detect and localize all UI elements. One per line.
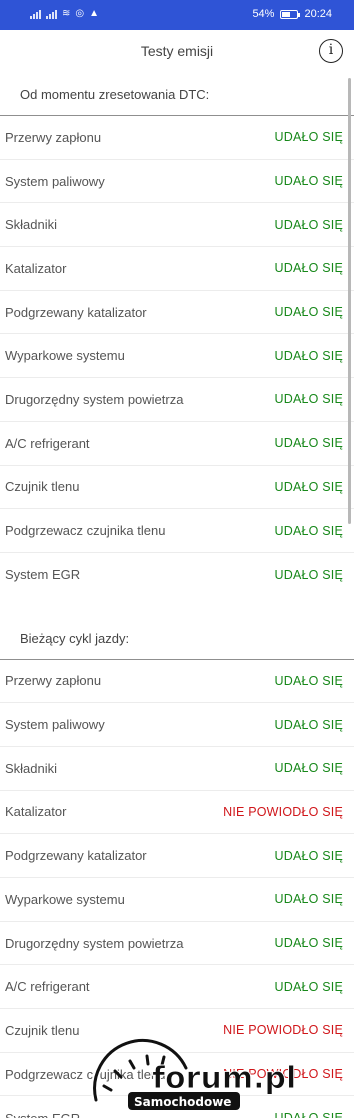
test-name: Drugorzędny system powietrza [5, 391, 184, 407]
status-icons-right: 54% 20:24 [252, 8, 332, 20]
section-header: Od momentu zresetowania DTC: [0, 74, 354, 116]
test-row: Katalizator NIE POWIODŁO SIĘ [0, 791, 354, 835]
nav-icon: ▲ [89, 8, 100, 19]
test-row: A/C refrigerant UDAŁO SIĘ [0, 422, 354, 466]
test-row: Wyparkowe systemu UDAŁO SIĘ [0, 878, 354, 922]
test-status: UDAŁO SIĘ [274, 979, 343, 994]
test-row: Czujnik tlenu UDAŁO SIĘ [0, 466, 354, 510]
test-status: UDAŁO SIĘ [274, 717, 343, 732]
test-name: A/C refrigerant [5, 979, 90, 995]
test-row: System paliwowy UDAŁO SIĘ [0, 703, 354, 747]
watermark-brand: forum.pl [152, 1061, 296, 1096]
test-status: UDAŁO SIĘ [274, 523, 343, 538]
test-status: UDAŁO SIĘ [274, 261, 343, 276]
test-row: Podgrzewany katalizator UDAŁO SIĘ [0, 291, 354, 335]
test-name: Podgrzewany katalizator [5, 848, 147, 864]
test-status: UDAŁO SIĘ [274, 848, 343, 863]
test-name: Katalizator [5, 804, 67, 820]
test-name: Drugorzędny system powietrza [5, 935, 184, 951]
test-row: Przerwy zapłonu UDAŁO SIĘ [0, 660, 354, 704]
test-name: Podgrzewacz czujnika tlenu [5, 523, 166, 539]
test-row: Składniki UDAŁO SIĘ [0, 203, 354, 248]
test-status: UDAŁO SIĘ [274, 479, 343, 494]
test-name: Czujnik tlenu [5, 479, 80, 495]
battery-icon [280, 9, 301, 19]
test-row: A/C refrigerant UDAŁO SIĘ [0, 965, 354, 1010]
location-icon: ◎ [75, 8, 85, 19]
test-status: UDAŁO SIĘ [274, 567, 343, 582]
test-name: Wyparkowe systemu [5, 891, 125, 907]
section-rows: Przerwy zapłonu UDAŁO SIĘ System paliwowy U… [0, 116, 354, 597]
test-status: UDAŁO SIĘ [274, 174, 343, 189]
test-row: System paliwowy UDAŁO SIĘ [0, 160, 354, 204]
test-name: Przerwy zapłonu [5, 129, 102, 145]
test-status: UDAŁO SIĘ [274, 348, 343, 363]
test-name: System paliwowy [5, 717, 105, 733]
test-status: UDAŁO SIĘ [274, 761, 343, 776]
emission-tests-list[interactable]: Od momentu zresetowania DTC: Przerwy zap… [0, 74, 354, 1118]
test-status: UDAŁO SIĘ [274, 892, 343, 907]
test-name: System EGR [5, 1111, 80, 1118]
test-name: Podgrzewany katalizator [5, 304, 147, 320]
test-name: A/C refrigerant [5, 435, 90, 451]
test-status: UDAŁO SIĘ [274, 130, 343, 145]
test-name: System paliwowy [5, 173, 105, 189]
test-name: Składniki [5, 760, 58, 776]
test-status: NIE POWIODŁO SIĘ [223, 804, 343, 819]
test-name: Przerwy zapłonu [5, 673, 102, 689]
scrollbar[interactable] [348, 78, 351, 524]
test-status: UDAŁO SIĘ [274, 392, 343, 407]
test-status: UDAŁO SIĘ [274, 436, 343, 451]
test-row: Składniki UDAŁO SIĘ [0, 747, 354, 791]
battery-level [282, 11, 291, 17]
signal-icon [46, 9, 57, 19]
test-name: Wyparkowe systemu [5, 348, 125, 364]
test-row: System EGR UDAŁO SIĘ [0, 553, 354, 597]
test-status: UDAŁO SIĘ [274, 673, 343, 688]
test-status: UDAŁO SIĘ [274, 305, 343, 320]
test-row: Drugorzędny system powietrza UDAŁO SIĘ [0, 922, 354, 966]
test-row: Podgrzewacz czujnika tlenu UDAŁO SIĘ [0, 509, 354, 553]
test-status: UDAŁO SIĘ [274, 217, 343, 232]
test-status: UDAŁO SIĘ [274, 936, 343, 951]
test-name: System EGR [5, 567, 81, 583]
app-header: Testy emisji i [0, 30, 354, 74]
test-name: Czujnik tlenu [5, 1022, 80, 1038]
test-row: Wyparkowe systemu UDAŁO SIĘ [0, 334, 354, 379]
test-row: Podgrzewany katalizator UDAŁO SIĘ [0, 834, 354, 878]
section-since-dtc-reset: Od momentu zresetowania DTC: Przerwy zap… [0, 74, 354, 597]
clock: 20:24 [304, 8, 332, 20]
section-header: Bieżący cykl jazdy: [0, 618, 354, 660]
test-row: Przerwy zapłonu UDAŁO SIĘ [0, 116, 354, 160]
info-button[interactable]: i [319, 39, 343, 63]
test-row: Katalizator UDAŁO SIĘ [0, 247, 354, 291]
status-bar: ≋ ◎ ▲ 54% 20:24 [0, 0, 354, 30]
signal-icon [30, 9, 41, 19]
watermark-subtitle: Samochodowe [134, 1095, 231, 1109]
battery-percent: 54% [252, 8, 275, 20]
status-icons-left: ≋ ◎ ▲ [30, 9, 99, 19]
test-row: Drugorzędny system powietrza UDAŁO SIĘ [0, 378, 354, 422]
page-title: Testy emisji [140, 43, 214, 59]
test-name: Składniki [5, 217, 58, 233]
wifi-icon: ≋ [62, 8, 71, 19]
test-name: Katalizator [5, 260, 67, 276]
forum-samochodowe-watermark: forum.pl Samochodowe [91, 1037, 297, 1110]
